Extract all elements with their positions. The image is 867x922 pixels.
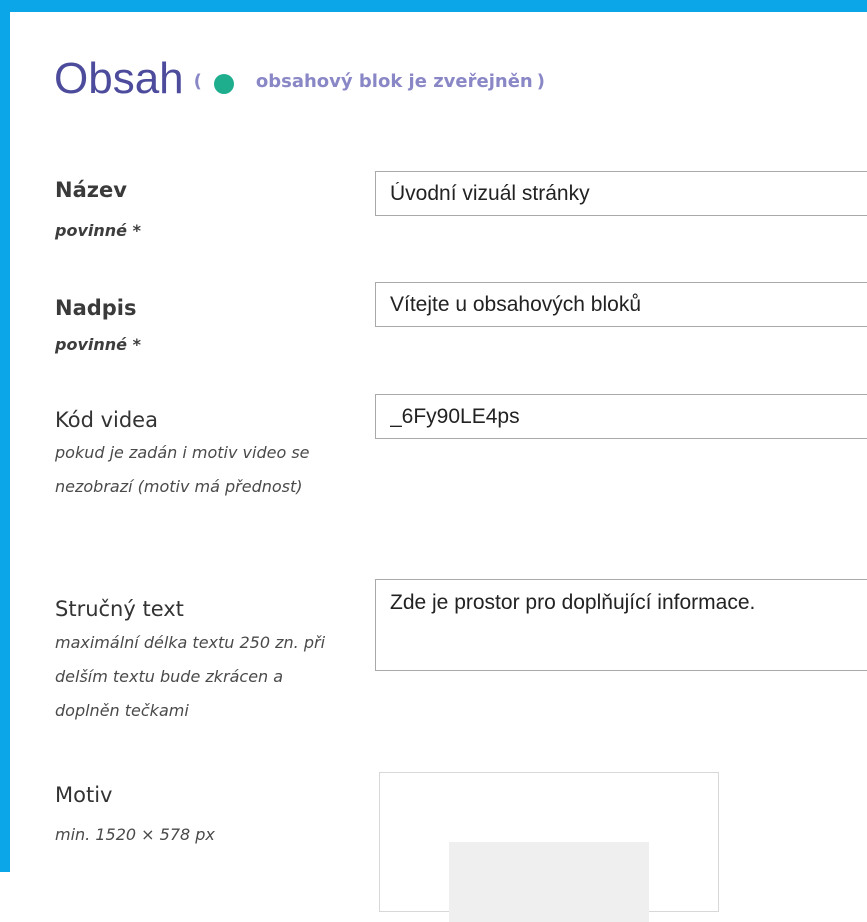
motiv-image-upload[interactable] — [379, 772, 719, 922]
label-kod-videa: Kód videa — [55, 408, 158, 432]
status-dot-icon — [213, 73, 234, 94]
label-strucny-text: Stručný text — [55, 597, 184, 621]
publish-status: ( obsahový blok je zveřejněn ) — [193, 71, 545, 94]
image-placeholder — [449, 842, 649, 922]
nazev-input[interactable] — [375, 171, 867, 216]
kod-videa-input[interactable] — [375, 394, 867, 439]
strucny-text-textarea[interactable]: Zde je prostor pro doplňující informace. — [375, 579, 867, 671]
section-title: Obsah — [54, 54, 184, 103]
hint-kod-videa: pokud je zadán i motiv video se nezobraz… — [55, 443, 310, 496]
hint-nadpis: povinné * — [55, 335, 141, 354]
content-panel: Obsah ( obsahový blok je zveřejněn ) Náz… — [0, 0, 867, 922]
nadpis-input[interactable] — [375, 282, 867, 327]
label-nadpis: Nadpis — [55, 296, 137, 320]
label-motiv: Motiv — [55, 783, 113, 807]
hint-strucny-text: maximální délka textu 250 zn. při delším… — [55, 633, 326, 720]
section-header: Obsah ( obsahový blok je zveřejněn ) — [54, 54, 545, 104]
label-nazev: Název — [55, 178, 127, 202]
status-text: obsahový blok je zveřejněn — [255, 71, 533, 92]
status-open-paren: ( — [193, 71, 202, 92]
hint-motiv: min. 1520 × 578 px — [55, 825, 215, 844]
status-close-paren: ) — [536, 71, 545, 92]
hint-nazev: povinné * — [55, 221, 141, 240]
